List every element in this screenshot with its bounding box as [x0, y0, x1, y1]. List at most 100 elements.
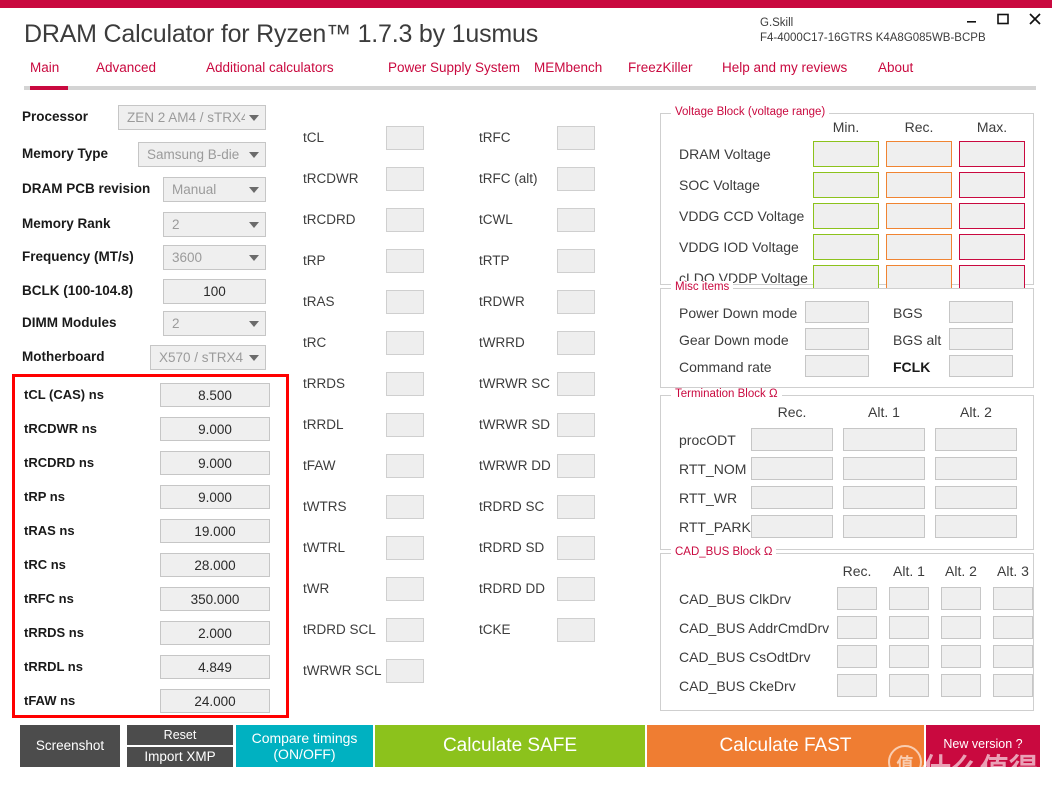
ns-timing-input-tcl-cas-ns[interactable]: 8.500 [160, 383, 270, 407]
voltage-input-vddg-ccd-voltage-rec[interactable] [886, 203, 952, 229]
tab-help-and-my-reviews[interactable]: Help and my reviews [722, 60, 847, 75]
timing-input-trfc-alt[interactable] [557, 167, 595, 191]
ns-timing-input-trcdrd-ns[interactable]: 9.000 [160, 451, 270, 475]
setting-select-dram-pcb-revision[interactable]: Manual [163, 177, 266, 202]
tab-membench[interactable]: MEMbench [534, 60, 602, 75]
timing-input-trfc[interactable] [557, 126, 595, 150]
termination-input-rtt-park-alt1[interactable] [843, 515, 925, 538]
timing-input-twrrd[interactable] [557, 331, 595, 355]
setting-select-dimm-modules[interactable]: 2 [163, 311, 266, 336]
tab-power-supply-system[interactable]: Power Supply System [388, 60, 520, 75]
voltage-input-vddg-ccd-voltage-min[interactable] [813, 203, 879, 229]
cadbus-input-cad-bus-addrcmddrv-alt2[interactable] [941, 616, 981, 639]
cadbus-input-cad-bus-addrcmddrv-rec[interactable] [837, 616, 877, 639]
maximize-button[interactable] [994, 10, 1012, 28]
tab-advanced[interactable]: Advanced [96, 60, 156, 75]
misc-input-fclk[interactable] [949, 355, 1013, 377]
timing-input-trrdl[interactable] [386, 413, 424, 437]
cadbus-input-cad-bus-csodtdrv-alt1[interactable] [889, 645, 929, 668]
timing-input-trcdrd[interactable] [386, 208, 424, 232]
timing-input-trp[interactable] [386, 249, 424, 273]
termination-input-rtt-wr-alt2[interactable] [935, 486, 1017, 509]
timing-input-trdrd-sc[interactable] [557, 495, 595, 519]
ns-timing-input-trcdwr-ns[interactable]: 9.000 [160, 417, 270, 441]
cadbus-input-cad-bus-clkdrv-alt2[interactable] [941, 587, 981, 610]
termination-input-rtt-park-rec[interactable] [751, 515, 833, 538]
timing-input-twrwr-sd[interactable] [557, 413, 595, 437]
tab-about[interactable]: About [878, 60, 913, 75]
ns-timing-input-tfaw-ns[interactable]: 24.000 [160, 689, 270, 713]
cadbus-input-cad-bus-csodtdrv-alt2[interactable] [941, 645, 981, 668]
voltage-input-dram-voltage-rec[interactable] [886, 141, 952, 167]
cadbus-input-cad-bus-clkdrv-rec[interactable] [837, 587, 877, 610]
misc-input-power-down-mode[interactable] [805, 301, 869, 323]
termination-input-procodt-rec[interactable] [751, 428, 833, 451]
timing-input-tcwl[interactable] [557, 208, 595, 232]
calculate-safe-button[interactable]: Calculate SAFE [375, 725, 645, 767]
voltage-input-vddg-iod-voltage-rec[interactable] [886, 234, 952, 260]
voltage-input-dram-voltage-min[interactable] [813, 141, 879, 167]
timing-input-twr[interactable] [386, 577, 424, 601]
voltage-input-dram-voltage-max[interactable] [959, 141, 1025, 167]
termination-input-rtt-wr-alt1[interactable] [843, 486, 925, 509]
timing-input-trc[interactable] [386, 331, 424, 355]
timing-input-tras[interactable] [386, 290, 424, 314]
timing-input-twrwr-sc[interactable] [557, 372, 595, 396]
timing-input-tcke[interactable] [557, 618, 595, 642]
setting-select-memory-rank[interactable]: 2 [163, 212, 266, 237]
cadbus-input-cad-bus-clkdrv-alt1[interactable] [889, 587, 929, 610]
setting-input-bclk-100-104-8[interactable]: 100 [163, 279, 266, 304]
timing-input-trdrd-scl[interactable] [386, 618, 424, 642]
setting-select-frequency-mt-s[interactable]: 3600 [163, 245, 266, 270]
compare-timings-button[interactable]: Compare timings (ON/OFF) [236, 725, 373, 767]
timing-input-twtrs[interactable] [386, 495, 424, 519]
timing-input-twtrl[interactable] [386, 536, 424, 560]
cadbus-input-cad-bus-addrcmddrv-alt1[interactable] [889, 616, 929, 639]
screenshot-button[interactable]: Screenshot [20, 725, 120, 767]
misc-input-bgs-alt[interactable] [949, 328, 1013, 350]
new-version-button[interactable]: New version ? [926, 725, 1040, 767]
termination-input-rtt-nom-rec[interactable] [751, 457, 833, 480]
ns-timing-input-trrds-ns[interactable]: 2.000 [160, 621, 270, 645]
cadbus-input-cad-bus-clkdrv-alt3[interactable] [993, 587, 1033, 610]
timing-input-trcdwr[interactable] [386, 167, 424, 191]
cadbus-input-cad-bus-ckedrv-alt2[interactable] [941, 674, 981, 697]
setting-select-memory-type[interactable]: Samsung B-die [138, 142, 266, 167]
close-button[interactable] [1026, 10, 1044, 28]
ns-timing-input-trfc-ns[interactable]: 350.000 [160, 587, 270, 611]
timing-input-twrwr-scl[interactable] [386, 659, 424, 683]
termination-input-rtt-nom-alt1[interactable] [843, 457, 925, 480]
cadbus-input-cad-bus-csodtdrv-rec[interactable] [837, 645, 877, 668]
misc-input-gear-down-mode[interactable] [805, 328, 869, 350]
cadbus-input-cad-bus-addrcmddrv-alt3[interactable] [993, 616, 1033, 639]
setting-select-motherboard[interactable]: X570 / sTRX4 [150, 345, 266, 370]
termination-input-rtt-wr-rec[interactable] [751, 486, 833, 509]
setting-select-processor[interactable]: ZEN 2 AM4 / sTRX4 [118, 105, 266, 130]
termination-input-rtt-park-alt2[interactable] [935, 515, 1017, 538]
voltage-input-soc-voltage-rec[interactable] [886, 172, 952, 198]
cadbus-input-cad-bus-ckedrv-rec[interactable] [837, 674, 877, 697]
termination-input-procodt-alt1[interactable] [843, 428, 925, 451]
voltage-input-vddg-iod-voltage-min[interactable] [813, 234, 879, 260]
voltage-input-vddg-iod-voltage-max[interactable] [959, 234, 1025, 260]
tab-additional-calculators[interactable]: Additional calculators [206, 60, 334, 75]
timing-input-trdrd-dd[interactable] [557, 577, 595, 601]
voltage-input-soc-voltage-min[interactable] [813, 172, 879, 198]
ns-timing-input-tras-ns[interactable]: 19.000 [160, 519, 270, 543]
ns-timing-input-trrdl-ns[interactable]: 4.849 [160, 655, 270, 679]
timing-input-trdrd-sd[interactable] [557, 536, 595, 560]
tab-freezkiller[interactable]: FreezKiller [628, 60, 693, 75]
timing-input-trtp[interactable] [557, 249, 595, 273]
ns-timing-input-trp-ns[interactable]: 9.000 [160, 485, 270, 509]
cadbus-input-cad-bus-ckedrv-alt1[interactable] [889, 674, 929, 697]
timing-input-twrwr-dd[interactable] [557, 454, 595, 478]
cadbus-input-cad-bus-csodtdrv-alt3[interactable] [993, 645, 1033, 668]
import-xmp-button[interactable]: Import XMP [127, 747, 233, 767]
calculate-fast-button[interactable]: Calculate FAST [647, 725, 924, 767]
misc-input-command-rate[interactable] [805, 355, 869, 377]
ns-timing-input-trc-ns[interactable]: 28.000 [160, 553, 270, 577]
voltage-input-vddg-ccd-voltage-max[interactable] [959, 203, 1025, 229]
misc-input-bgs[interactable] [949, 301, 1013, 323]
timing-input-tcl[interactable] [386, 126, 424, 150]
timing-input-tfaw[interactable] [386, 454, 424, 478]
